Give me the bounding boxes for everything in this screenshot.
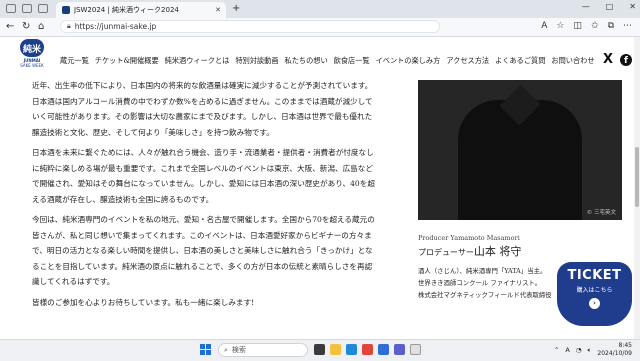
ticket-title: TICKET: [567, 268, 622, 283]
search-icon: ⌕: [224, 345, 228, 354]
ticket-arrow-icon: ›: [589, 298, 600, 309]
clock[interactable]: 8:45 2024/10/09: [597, 342, 632, 358]
close-tab-icon[interactable]: ✕: [215, 6, 221, 14]
message-article: 近年、出生率の低下により、日本国内の将来的な飲酒量は確実に減少することが予測され…: [32, 78, 377, 315]
x-social-icon[interactable]: X: [603, 52, 613, 67]
nav-contact[interactable]: お問い合わせ: [551, 56, 594, 66]
page-scrollbar[interactable]: [634, 37, 640, 339]
split-screen-icon[interactable]: ◫: [574, 21, 583, 31]
windows-start-icon[interactable]: [200, 344, 211, 355]
facebook-icon[interactable]: f: [620, 53, 632, 66]
teams-icon[interactable]: [394, 344, 405, 355]
clock-date: 2024/10/09: [597, 350, 632, 357]
more-menu-icon[interactable]: ⋯: [623, 21, 632, 31]
ticket-button[interactable]: TICKET 購入はこちら ›: [557, 262, 632, 326]
favorites-icon[interactable]: ✩: [591, 21, 599, 31]
workspaces-icon[interactable]: [6, 4, 16, 13]
url-field[interactable]: 🔒︎ https://junmai-sake.jp: [60, 20, 440, 33]
vertical-tabs-icon[interactable]: [38, 4, 48, 13]
site-logo[interactable]: 純米 JUNMAI SAKE WEEK: [20, 39, 44, 77]
browser-tab-strip: JSW2024 | 純米酒ウィーク2024 ✕ + — □ ✕: [0, 0, 640, 18]
new-tab-button[interactable]: +: [232, 3, 240, 14]
tab-active[interactable]: JSW2024 | 純米酒ウィーク2024 ✕: [56, 2, 226, 18]
logo-heart-icon: 純米: [20, 39, 44, 57]
nav-faq[interactable]: よくあるご質問: [495, 56, 545, 66]
favorite-star-icon[interactable]: ☆: [556, 21, 564, 31]
file-explorer-icon[interactable]: [330, 344, 341, 355]
article-paragraph: 皆様のご参加を心よりお待ちしています。私も一緒に楽しみます!: [32, 297, 255, 307]
tab-actions-icon[interactable]: [22, 4, 32, 13]
clock-time: 8:45: [618, 342, 632, 349]
photo-credit: © 三宅英文: [586, 210, 616, 216]
producer-name-en: Producer Yamamoto Masamori: [418, 234, 520, 242]
volume-icon[interactable]: 🔈︎: [588, 346, 592, 355]
global-nav: 蔵元一覧 チケット&開催概要 純米酒ウィークとは 特別対談動画 私たちの想い 飲…: [60, 56, 595, 66]
site-favicon-icon: [62, 6, 70, 14]
nav-enjoy[interactable]: イベントの楽しみ方: [376, 56, 441, 66]
url-text: https://junmai-sake.jp: [74, 22, 157, 31]
tab-title: JSW2024 | 純米酒ウィーク2024: [74, 6, 179, 14]
lock-icon[interactable]: 🔒︎: [67, 22, 71, 31]
ime-indicator[interactable]: A: [565, 346, 569, 354]
article-paragraph: 日本酒を未来に繋ぐためには、人々が触れ合う機会、造り手・流通業者・提供者・消費者…: [32, 148, 375, 204]
address-bar-row: ← ↻ ⌂ 🔒︎ https://junmai-sake.jp A ☆ ◫ ✩ …: [0, 18, 640, 37]
nav-restaurants[interactable]: 飲食店一覧: [334, 56, 370, 66]
chrome-icon[interactable]: [362, 344, 373, 355]
reload-icon[interactable]: ↻: [22, 21, 30, 32]
tray-chevron-icon[interactable]: ⌃: [554, 346, 559, 354]
read-aloud-icon[interactable]: A: [541, 21, 547, 31]
producer-role: プロデューサー: [418, 248, 474, 257]
article-paragraph: 今回は、純米酒専門のイベントを私の地元、愛知・名古屋で開催します。全国から70を…: [32, 215, 375, 286]
nav-kuramoto[interactable]: 蔵元一覧: [60, 56, 89, 66]
minimize-button[interactable]: —: [582, 2, 590, 11]
producer-photo: © 三宅英文: [418, 80, 622, 220]
producer-name-jp: 山本 将守: [473, 245, 522, 258]
nav-ticket[interactable]: チケット&開催概要: [95, 56, 159, 66]
wifi-icon[interactable]: ◔: [576, 346, 582, 354]
producer-name: プロデューサー山本 将守: [418, 243, 628, 259]
task-view-icon[interactable]: [314, 344, 325, 355]
back-icon[interactable]: ←: [6, 21, 14, 32]
nav-video[interactable]: 特別対談動画: [235, 56, 278, 66]
close-window-button[interactable]: ✕: [629, 2, 636, 11]
site-header: 純米 JUNMAI SAKE WEEK 蔵元一覧 チケット&開催概要 純米酒ウィ…: [0, 37, 640, 81]
logo-caption-2: SAKE WEEK: [20, 63, 44, 68]
store-icon[interactable]: [410, 344, 421, 355]
taskbar-search-placeholder: 検索: [231, 346, 246, 354]
collections-icon[interactable]: ⧉: [608, 21, 614, 31]
maximize-button[interactable]: □: [606, 2, 614, 11]
mail-icon[interactable]: [378, 344, 389, 355]
scrollbar-thumb[interactable]: [635, 147, 639, 207]
nav-thoughts[interactable]: 私たちの想い: [285, 56, 328, 66]
taskbar-search-input[interactable]: ⌕ 検索: [218, 343, 308, 357]
home-icon[interactable]: ⌂: [38, 21, 44, 32]
ticket-subtitle: 購入はこちら: [576, 287, 613, 294]
nav-about[interactable]: 純米酒ウィークとは: [165, 56, 230, 66]
edge-browser-icon[interactable]: [346, 344, 357, 355]
nav-access[interactable]: アクセス方法: [446, 56, 489, 66]
article-paragraph: 近年、出生率の低下により、日本国内の将来的な飲酒量は確実に減少することが予測され…: [32, 81, 373, 137]
windows-taskbar: ⌕ 検索 ⌃ A ◔ 🔈︎ 8:45 2024/10/09: [0, 339, 640, 361]
